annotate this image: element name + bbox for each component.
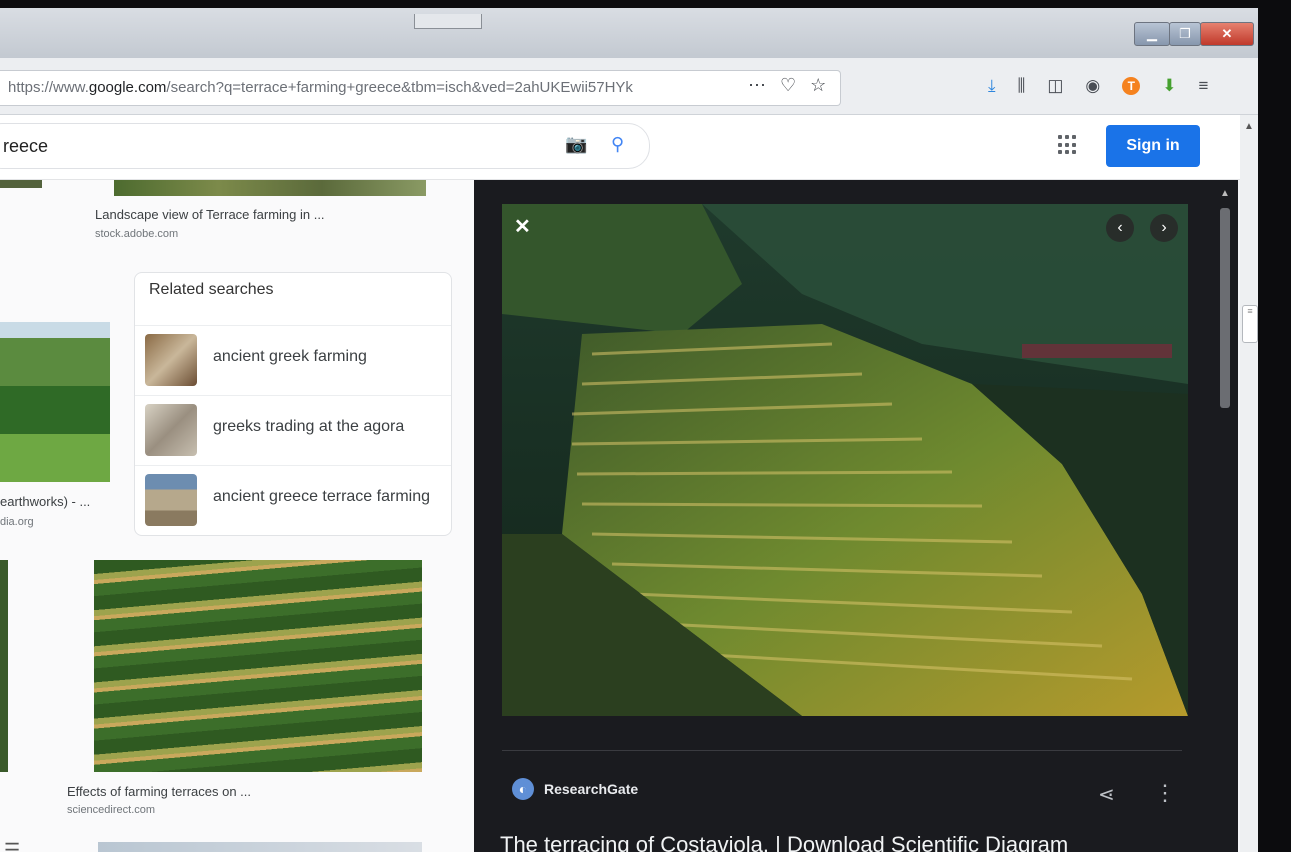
result-image[interactable] <box>94 560 422 772</box>
close-icon: ✕ <box>1221 26 1233 41</box>
search-input[interactable]: reece 📷 ⚲ <box>0 123 650 169</box>
close-preview-icon[interactable]: ✕ <box>514 214 531 239</box>
extension-download-icon[interactable]: ⬇ <box>1162 76 1176 96</box>
camera-icon[interactable]: 📷 <box>565 134 587 155</box>
url-text[interactable]: https://www.google.com/search?q=terrace+… <box>8 79 708 96</box>
result-image[interactable] <box>0 322 110 482</box>
page-scrollbar[interactable]: ▲ ≡ <box>1240 115 1258 852</box>
terrace-photo <box>502 204 1188 716</box>
menu-icon[interactable]: ≡ <box>1199 76 1209 96</box>
panel-scrollbar[interactable]: ▲ <box>1216 188 1234 852</box>
chevron-right-icon: › <box>1161 219 1167 236</box>
sidebar-icon[interactable]: ◫ <box>1047 76 1063 96</box>
result-source: dia.org <box>0 516 34 528</box>
scroll-up-icon[interactable]: ▲ <box>1244 121 1254 132</box>
preview-image[interactable]: ✕ ‹ › <box>502 204 1188 716</box>
minimize-icon: ▁ <box>1147 26 1157 41</box>
result-source: stock.adobe.com <box>95 228 179 240</box>
search-query: reece <box>3 136 49 156</box>
library-icon[interactable]: ⫼ <box>1018 76 1026 96</box>
panel-scroll-thumb[interactable] <box>1220 208 1230 408</box>
window-titlebar: ▁ ❐ ✕ <box>0 8 1258 58</box>
result-image[interactable] <box>0 180 42 188</box>
more-options-icon[interactable]: ⋮ <box>1154 780 1176 806</box>
scroll-up-icon[interactable]: ▲ <box>1220 188 1230 199</box>
preview-title[interactable]: The terracing of Costaviola. | Download … <box>500 832 1068 852</box>
page-scroll-thumb[interactable]: ≡ <box>1242 305 1258 343</box>
image-source[interactable]: ◐ ResearchGate <box>512 778 638 800</box>
share-icon[interactable]: ⋖ <box>1098 782 1115 807</box>
panel-divider <box>502 750 1182 751</box>
related-search-item[interactable]: ancient greece terrace farming <box>135 465 451 534</box>
pocket-icon[interactable]: ♡ <box>780 75 796 96</box>
maximize-button[interactable]: ❐ <box>1169 22 1201 46</box>
result-caption[interactable]: Landscape view of Terrace farming in ... <box>95 207 325 222</box>
apps-grid-icon[interactable] <box>1058 135 1078 155</box>
result-source: sciencedirect.com <box>67 804 156 816</box>
result-image[interactable] <box>0 560 8 772</box>
image-preview-panel: ✕ ‹ › ◐ ResearchGate ⋖ ⋮ The terracing o… <box>474 180 1238 852</box>
extension-t-icon[interactable]: T <box>1122 77 1141 95</box>
globe-icon: ◐ <box>512 778 534 800</box>
image-results: Landscape view of Terrace farming in ...… <box>0 180 474 852</box>
related-searches-title: Related searches <box>149 281 274 298</box>
related-search-item[interactable]: greeks trading at the agora <box>135 395 451 464</box>
next-image-button[interactable]: › <box>1150 214 1178 242</box>
chevron-left-icon: ‹ <box>1117 219 1123 236</box>
related-thumbnail <box>145 404 197 456</box>
source-name: ResearchGate <box>544 781 639 797</box>
feedback-menu-icon[interactable]: ☰ <box>4 840 20 852</box>
bookmark-star-icon[interactable]: ☆ <box>810 75 826 96</box>
previous-image-button[interactable]: ‹ <box>1106 214 1134 242</box>
download-icon[interactable]: ⤓ <box>988 76 996 96</box>
monitor-screen: ▁ ❐ ✕ https://www.google.com/search?q=te… <box>0 8 1258 852</box>
result-caption[interactable]: earthworks) - ... <box>0 494 90 509</box>
google-header: reece 📷 ⚲ Sign in <box>0 115 1240 180</box>
close-window-button[interactable]: ✕ <box>1200 22 1254 46</box>
minimize-button[interactable]: ▁ <box>1134 22 1170 46</box>
related-searches: Related searches ancient greek farming g… <box>134 272 452 536</box>
search-icon[interactable]: ⚲ <box>611 134 624 155</box>
page-actions-icon[interactable]: ⋯ <box>748 75 766 96</box>
result-image[interactable] <box>98 842 422 852</box>
browser-toolbar: https://www.google.com/search?q=terrace+… <box>0 58 1258 115</box>
tab-strip-notch <box>414 14 482 29</box>
related-thumbnail <box>145 334 197 386</box>
related-thumbnail <box>145 474 197 526</box>
address-bar[interactable]: https://www.google.com/search?q=terrace+… <box>0 70 841 106</box>
related-search-item[interactable]: ancient greek farming <box>135 325 451 394</box>
sign-in-button[interactable]: Sign in <box>1106 125 1200 167</box>
result-image[interactable] <box>114 180 426 196</box>
account-icon[interactable]: ◉ <box>1085 76 1100 96</box>
result-caption[interactable]: Effects of farming terraces on ... <box>67 784 251 799</box>
maximize-icon: ❐ <box>1179 26 1191 41</box>
